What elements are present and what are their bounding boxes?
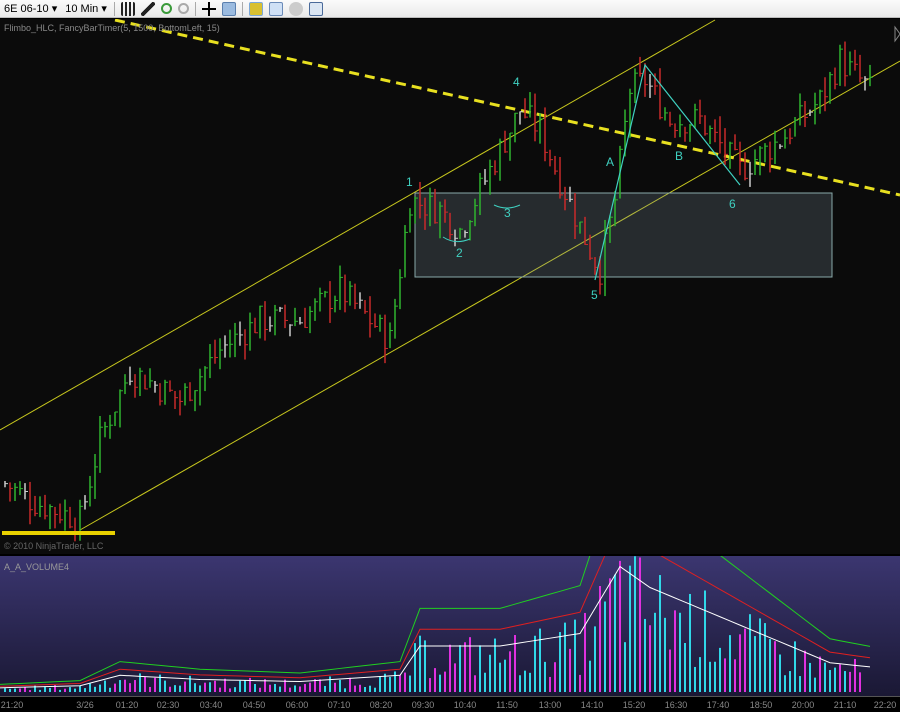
indicators-icon[interactable] (268, 1, 283, 16)
indicator-label: Flimbo_HLC, FancyBarTimer(5, 1500, Botto… (4, 23, 220, 33)
time-axis-label: 07:10 (327, 700, 351, 710)
time-axis-label: 10:40 (453, 700, 477, 710)
instrument-selector[interactable]: 6E 06-10 ▾ (0, 1, 61, 17)
data-box-icon[interactable] (248, 1, 263, 16)
bar-style-icon[interactable] (120, 1, 135, 16)
interval-label: 10 Min (65, 2, 99, 15)
chevron-down-icon: ▾ (101, 3, 107, 15)
volume-panel[interactable]: A_A_VOLUME4 (0, 462, 900, 696)
time-axis-label: 15:20 (622, 700, 646, 710)
price-chart-canvas[interactable] (0, 18, 900, 554)
wave-label-b: B (675, 149, 684, 163)
wave-label-1: 1 (406, 175, 413, 189)
time-axis-label: 17:40 (706, 700, 730, 710)
bar-timer-progress (2, 531, 115, 535)
zoom-in-icon[interactable] (160, 3, 172, 14)
time-axis-label: 11:50 (496, 700, 518, 710)
price-chart-panel[interactable]: Flimbo_HLC, FancyBarTimer(5, 1500, Botto… (0, 18, 900, 554)
instrument-label: 6E 06-10 (4, 2, 49, 15)
time-axis-label: 21:20 (0, 700, 24, 710)
time-axis-label: 16:30 (664, 700, 688, 710)
time-axis-label: 08:20 (369, 700, 393, 710)
time-axis-label: 22:20 (873, 700, 897, 710)
properties-icon[interactable] (221, 1, 236, 16)
volume-indicator-label: A_A_VOLUME4 (4, 562, 70, 572)
zoom-out-icon[interactable] (177, 3, 189, 14)
time-axis-label: 14:10 (580, 700, 604, 710)
time-axis-label: 18:50 (749, 700, 773, 710)
scroll-right-icon (894, 25, 900, 43)
time-axis-label: 20:00 (791, 700, 815, 710)
copyright-label: © 2010 NinjaTrader, LLC (4, 541, 104, 551)
time-axis-label: 03:40 (199, 700, 223, 710)
time-axis-label: 01:20 (115, 700, 139, 710)
dashed-trend-line (114, 18, 900, 197)
lower-channel-line (79, 60, 900, 531)
time-axis-label: 06:00 (285, 700, 309, 710)
chart-trader-icon[interactable] (308, 1, 323, 16)
time-axis-label: 04:50 (242, 700, 266, 710)
time-axis-label: 02:30 (156, 700, 180, 710)
divider (113, 1, 115, 16)
wave-label-5: 5 (591, 288, 598, 302)
time-axis-label: 13:00 (538, 700, 562, 710)
time-axis-label: 09:30 (411, 700, 435, 710)
crosshair-icon[interactable] (201, 1, 216, 16)
volume-canvas[interactable] (0, 462, 900, 696)
time-axis-label: 3/26 (76, 700, 94, 710)
wave-label-3: 3 (504, 206, 511, 220)
time-axis-label: 21:10 (833, 700, 857, 710)
strategy-icon[interactable] (288, 1, 303, 16)
divider (241, 1, 243, 16)
wave-label-4: 4 (513, 75, 520, 89)
chevron-down-icon: ▾ (51, 3, 58, 15)
divider (194, 1, 196, 16)
time-axis[interactable]: 21:20 3/26 01:20 02:30 03:40 04:50 06:00 07:10 0… (0, 696, 900, 712)
wave-label-2: 2 (456, 246, 463, 260)
wave-label-6: 6 (729, 197, 736, 211)
wave-label-a: A (606, 155, 615, 169)
drawing-pen-icon[interactable] (140, 1, 155, 16)
chart-toolbar: 6E 06-10 ▾ 10 Min ▾ (0, 0, 900, 18)
interval-selector[interactable]: 10 Min ▾ (61, 1, 111, 17)
